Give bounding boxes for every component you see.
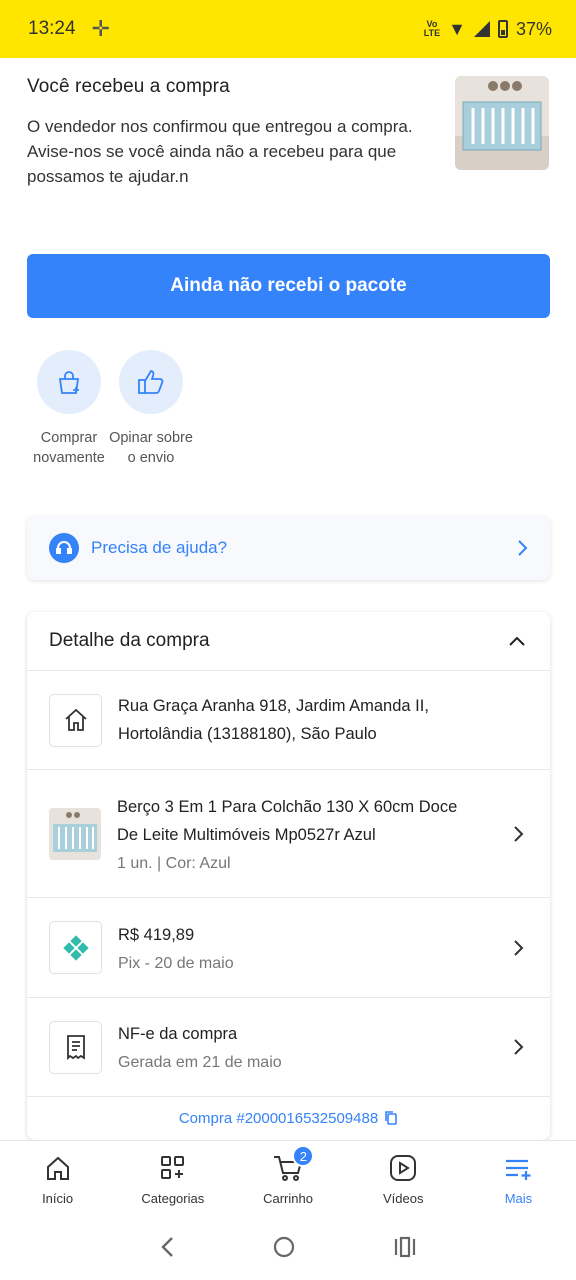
cart-badge: 2 (292, 1145, 315, 1167)
product-name: Berço 3 Em 1 Para Colchão 130 X 60cm Doc… (117, 797, 458, 844)
bottom-tab-bar: Início Categorias 2 Carrinho Vídeos Mais (0, 1140, 576, 1214)
address-icon-box (49, 693, 102, 747)
buy-again-action[interactable]: Comprar novamente (24, 350, 114, 468)
invoice-sub: Gerada em 21 de maio (118, 1054, 282, 1071)
shopping-bag-plus-icon (58, 371, 80, 394)
invoice-title: NF-e da compra (118, 1025, 238, 1043)
status-time: 13:24 (28, 18, 76, 39)
chevron-right-icon (514, 825, 524, 842)
wifi-icon: ▼ (448, 18, 466, 39)
buy-again-label: Comprar novamente (33, 430, 105, 466)
order-number[interactable]: Compra #2000016532509488 (27, 1097, 550, 1139)
not-received-button[interactable]: Ainda não recebi o pacote (27, 254, 550, 318)
tab-label: Carrinho (263, 1191, 313, 1206)
chevron-up-icon[interactable] (508, 635, 526, 647)
tab-mais[interactable]: Mais (461, 1141, 576, 1214)
purchase-detail-card: Detalhe da compra Rua Graça Aranha 918, … (27, 612, 550, 1140)
system-nav-bar (0, 1214, 576, 1280)
payment-method: Pix - 20 de maio (118, 954, 234, 972)
address-text: Rua Graça Aranha 918, Jardim Amanda II, … (118, 697, 429, 743)
headset-icon (49, 533, 79, 563)
product-meta: 1 un. | Cor: Azul (117, 854, 231, 872)
received-notice: Você recebeu a compra O vendedor nos con… (27, 76, 437, 189)
tab-label: Categorias (141, 1191, 205, 1206)
thumbs-up-icon (138, 370, 164, 394)
product-row[interactable]: Berço 3 Em 1 Para Colchão 130 X 60cm Doc… (27, 770, 550, 898)
network-label: LTE (423, 28, 441, 38)
product-thumbnail (455, 76, 549, 170)
volte-icon: Vo LTE (423, 19, 441, 38)
home-icon (46, 1156, 69, 1180)
received-title: Você recebeu a compra (27, 76, 230, 97)
recents-icon[interactable] (393, 1235, 417, 1259)
tab-carrinho[interactable]: 2 Carrinho (230, 1141, 345, 1214)
home-icon (64, 708, 87, 731)
tab-label: Início (42, 1191, 74, 1206)
battery-percent: 37% (515, 18, 552, 39)
order-number-text: Compra #2000016532509488 (178, 1109, 379, 1127)
copy-icon[interactable] (384, 1110, 398, 1126)
pix-icon (62, 934, 89, 961)
product-row-thumbnail (49, 807, 101, 860)
received-body: O vendedor nos confirmou que entregou a … (27, 117, 413, 186)
help-card[interactable]: Precisa de ajuda? (27, 516, 550, 580)
payment-row[interactable]: R$ 419,89 Pix - 20 de maio (27, 898, 550, 998)
purchase-detail-title: Detalhe da compra (49, 630, 210, 651)
tab-label: Mais (504, 1191, 533, 1206)
invoice-row[interactable]: NF-e da compra Gerada em 21 de maio (27, 998, 550, 1097)
rate-shipping-action[interactable]: Opinar sobre o envio (106, 350, 196, 468)
battery-icon (497, 20, 508, 38)
status-bar: 13:24 ✛ Vo LTE ▼ 37% (0, 0, 576, 58)
purchase-detail-header[interactable]: Detalhe da compra (27, 612, 550, 671)
home-circle-icon[interactable] (272, 1235, 296, 1259)
invoice-icon-box (49, 1020, 102, 1074)
help-label: Precisa de ajuda? (91, 538, 228, 557)
categories-icon (160, 1156, 184, 1179)
buy-again-circle[interactable] (37, 350, 101, 414)
signal-icon (473, 21, 490, 37)
chevron-right-icon (514, 939, 524, 956)
chevron-right-icon (518, 540, 528, 556)
rate-shipping-label: Opinar sobre o envio (109, 430, 193, 466)
chevron-right-icon (514, 1039, 524, 1055)
tab-videos[interactable]: Vídeos (346, 1141, 461, 1214)
address-row: Rua Graça Aranha 918, Jardim Amanda II, … (27, 671, 550, 770)
video-icon (390, 1155, 417, 1181)
receipt-icon (66, 1035, 85, 1061)
tab-label: Vídeos (382, 1191, 424, 1206)
menu-plus-icon (506, 1159, 531, 1180)
payment-amount: R$ 419,89 (118, 925, 195, 944)
location-crosshair-icon: ✛ (91, 16, 110, 41)
rate-shipping-circle[interactable] (119, 350, 183, 414)
back-icon[interactable] (159, 1235, 175, 1259)
payment-icon-box (49, 921, 102, 974)
tab-categorias[interactable]: Categorias (115, 1141, 230, 1214)
tab-inicio[interactable]: Início (0, 1141, 115, 1214)
status-right: Vo LTE ▼ 37% (424, 19, 552, 40)
